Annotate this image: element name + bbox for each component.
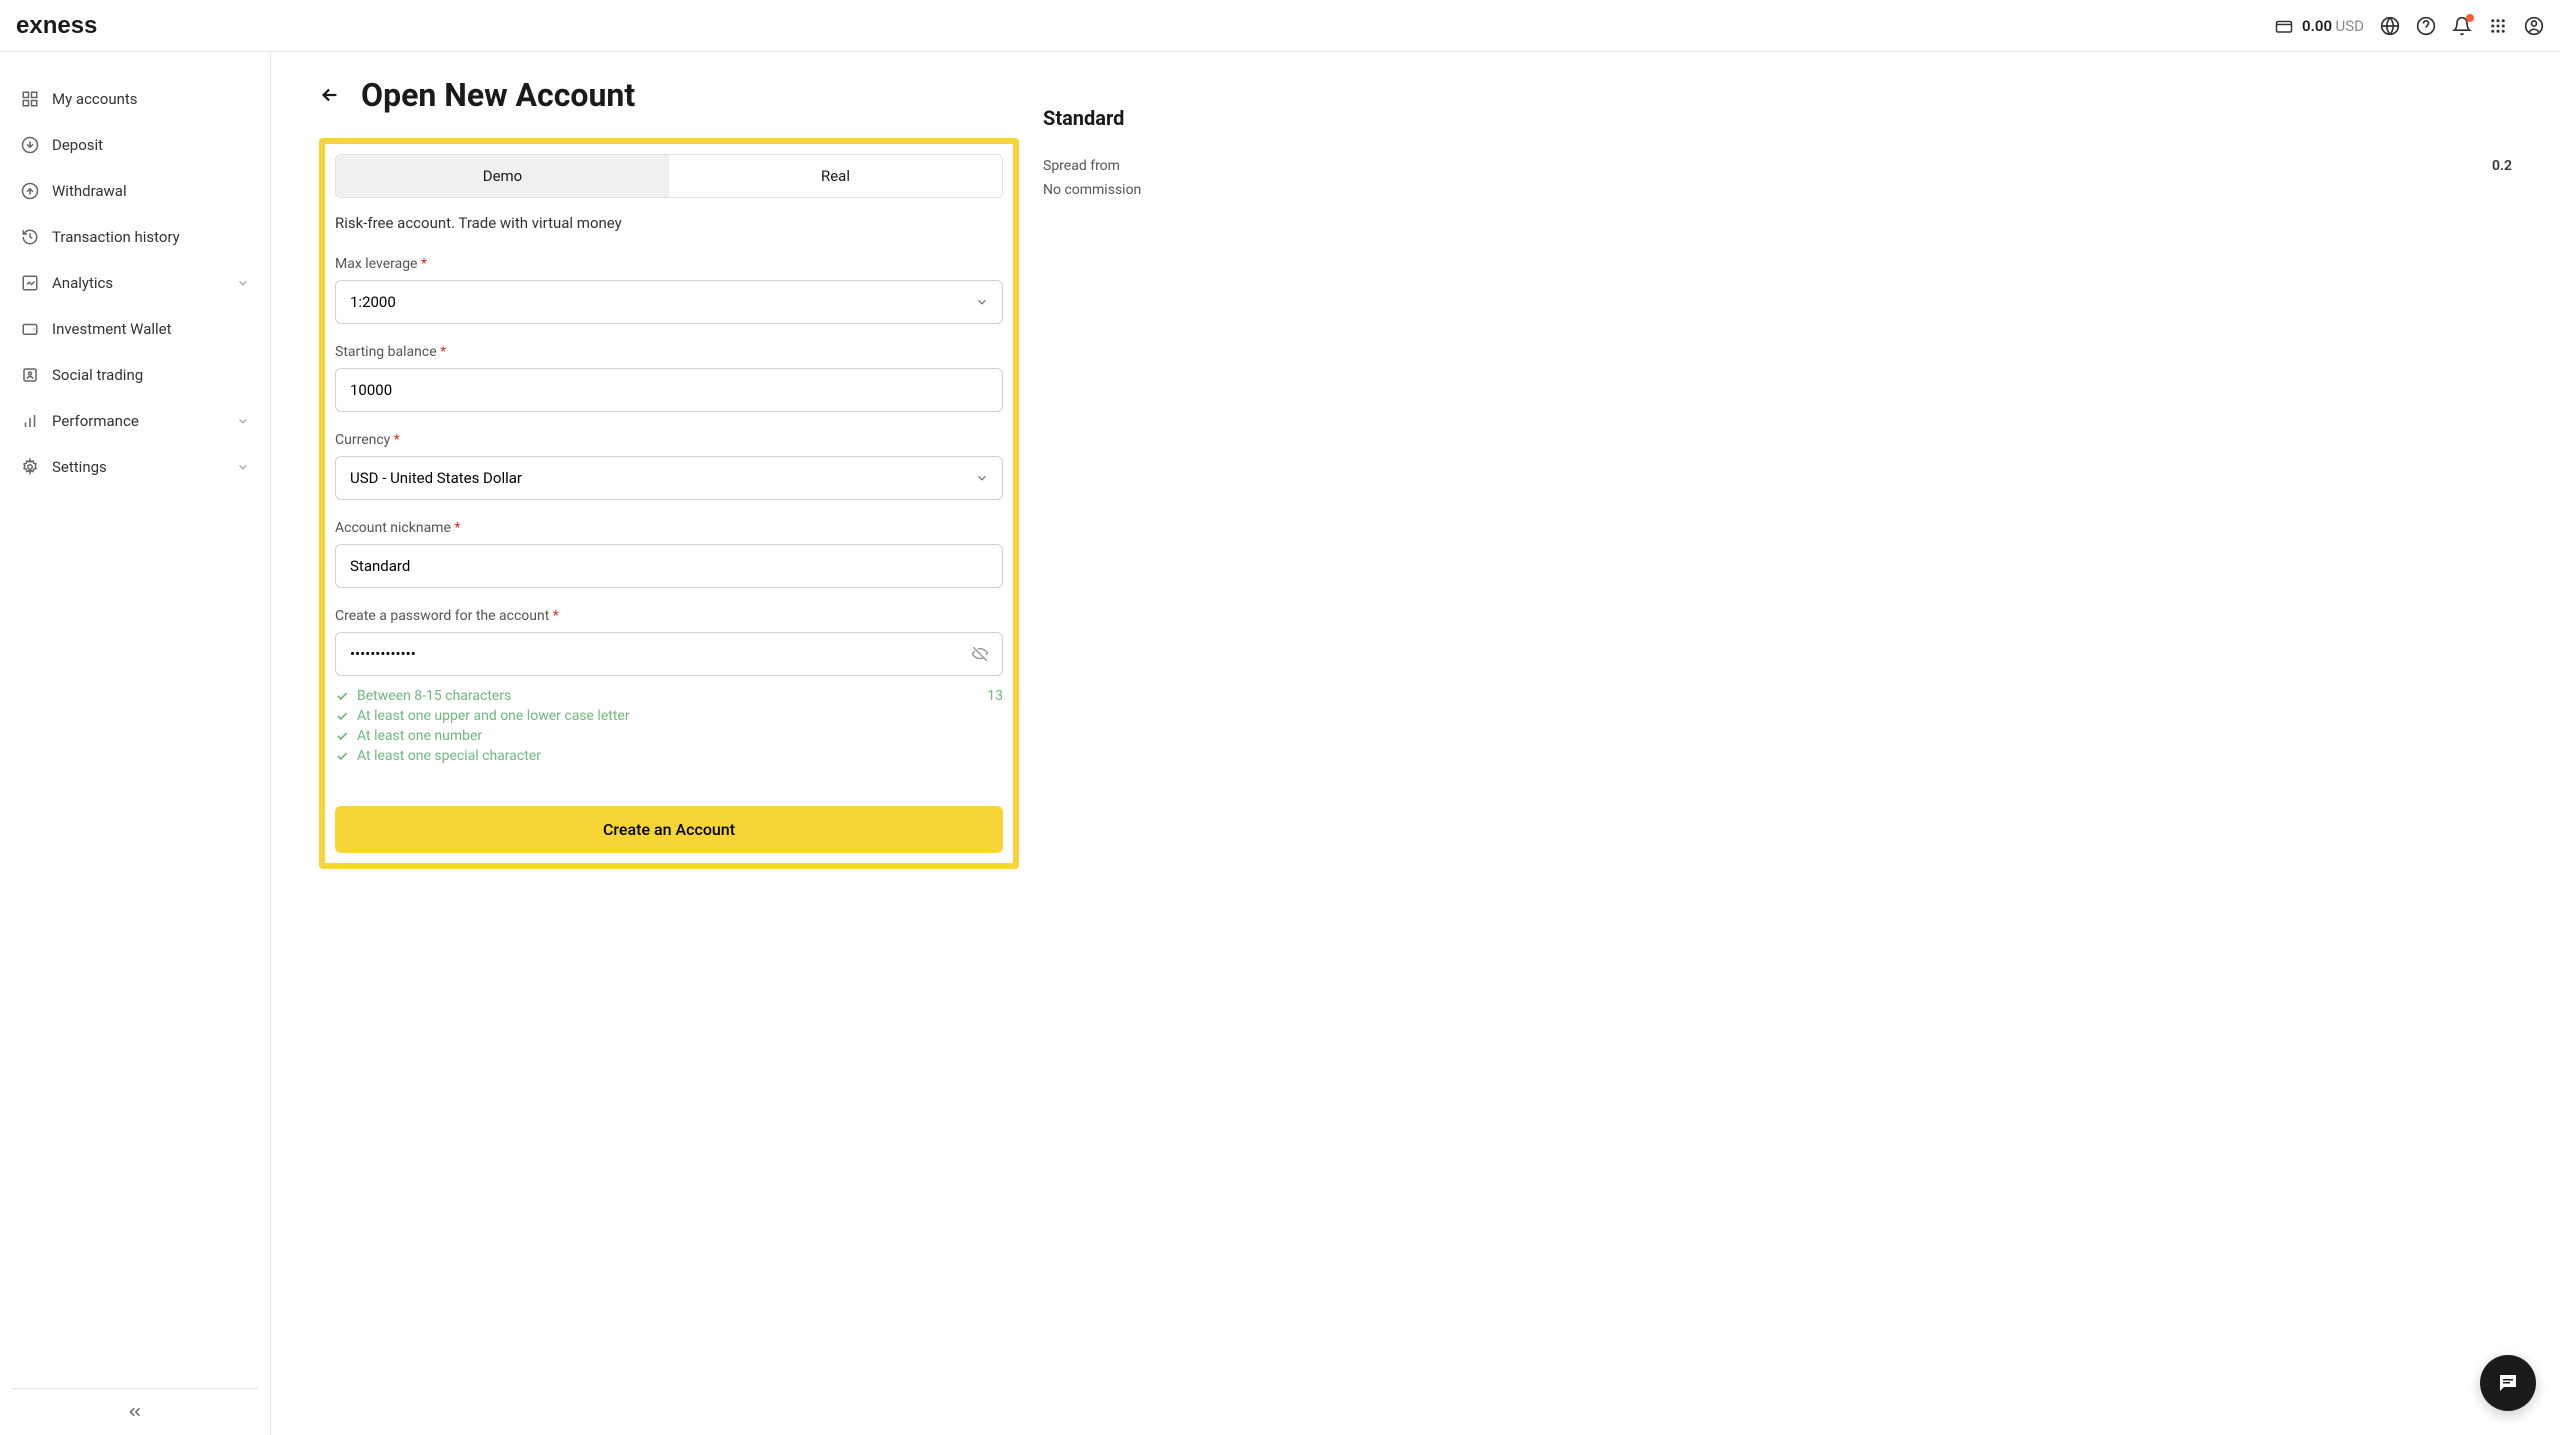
grid-icon xyxy=(20,89,40,109)
sidebar-item-label: Analytics xyxy=(52,274,224,292)
sidebar-item-settings[interactable]: Settings xyxy=(8,444,262,490)
sidebar-item-deposit[interactable]: Deposit xyxy=(8,122,262,168)
info-title: Standard xyxy=(1043,106,2512,130)
balance-amount: 0.00 xyxy=(2302,17,2332,35)
nickname-input[interactable] xyxy=(335,544,1003,588)
gear-icon xyxy=(20,457,40,477)
sidebar-item-transaction-history[interactable]: Transaction history xyxy=(8,214,262,260)
starting-balance-input[interactable] xyxy=(335,368,1003,412)
commission-label: No commission xyxy=(1043,182,1141,198)
header: exness 0.00 USD xyxy=(0,0,2560,52)
sidebar-item-label: Settings xyxy=(52,458,224,476)
notification-dot xyxy=(2466,14,2474,22)
globe-icon[interactable] xyxy=(2380,16,2400,36)
bar-chart-icon xyxy=(20,411,40,431)
sidebar-item-label: Withdrawal xyxy=(52,182,250,200)
spread-value: 0.2 xyxy=(2492,158,2512,174)
currency-label: Currency * xyxy=(335,432,1003,448)
balance-widget[interactable]: 0.00 USD xyxy=(2274,16,2364,36)
wallet-icon xyxy=(20,319,40,339)
sidebar-item-social-trading[interactable]: Social trading xyxy=(8,352,262,398)
sidebar-item-performance[interactable]: Performance xyxy=(8,398,262,444)
collapse-sidebar-button[interactable] xyxy=(126,1403,144,1421)
max-leverage-label: Max leverage * xyxy=(335,256,1003,272)
chevron-down-icon xyxy=(236,460,250,474)
chevron-down-icon xyxy=(236,414,250,428)
sidebar-item-analytics[interactable]: Analytics xyxy=(8,260,262,306)
download-icon xyxy=(20,135,40,155)
sidebar-item-withdrawal[interactable]: Withdrawal xyxy=(8,168,262,214)
tab-description: Risk-free account. Trade with virtual mo… xyxy=(335,214,1003,232)
chevron-down-icon xyxy=(236,276,250,290)
account-info-panel: Standard Spread from 0.2 No commission xyxy=(1043,76,2512,1411)
starting-balance-label: Starting balance * xyxy=(335,344,1003,360)
password-label: Create a password for the account * xyxy=(335,608,1003,624)
sidebar-item-label: Investment Wallet xyxy=(52,320,250,338)
password-char-count: 13 xyxy=(987,688,1003,704)
currency-select[interactable] xyxy=(335,456,1003,500)
sidebar-item-label: Performance xyxy=(52,412,224,430)
password-rule: At least one special character xyxy=(335,746,1003,766)
chat-button[interactable] xyxy=(2480,1355,2536,1411)
page-header: Open New Account xyxy=(319,76,1019,114)
sidebar-item-label: Transaction history xyxy=(52,228,250,246)
balance-currency: USD xyxy=(2336,17,2364,35)
sidebar-item-my-accounts[interactable]: My accounts xyxy=(8,76,262,122)
account-form-card: Demo Real Risk-free account. Trade with … xyxy=(319,138,1019,869)
back-arrow[interactable] xyxy=(319,84,341,106)
svg-text:exness: exness xyxy=(16,14,97,38)
upload-icon xyxy=(20,181,40,201)
user-avatar-icon[interactable] xyxy=(2524,16,2544,36)
spread-label: Spread from xyxy=(1043,158,1120,174)
history-icon xyxy=(20,227,40,247)
analytics-icon xyxy=(20,273,40,293)
sidebar-item-investment-wallet[interactable]: Investment Wallet xyxy=(8,306,262,352)
sidebar: My accounts Deposit Withdrawal xyxy=(0,52,271,1435)
nickname-label: Account nickname * xyxy=(335,520,1003,536)
sidebar-item-label: Social trading xyxy=(52,366,250,384)
account-type-tabs: Demo Real xyxy=(335,154,1003,198)
help-icon[interactable] xyxy=(2416,16,2436,36)
logo[interactable]: exness xyxy=(16,14,136,38)
social-icon xyxy=(20,365,40,385)
password-input[interactable] xyxy=(335,632,1003,676)
max-leverage-select[interactable] xyxy=(335,280,1003,324)
password-rule: At least one number xyxy=(335,726,1003,746)
page-title: Open New Account xyxy=(361,76,635,114)
tab-real[interactable]: Real xyxy=(669,155,1002,197)
wallet-icon xyxy=(2274,16,2294,36)
password-rule: Between 8-15 characters xyxy=(335,686,511,706)
create-account-button[interactable]: Create an Account xyxy=(335,806,1003,853)
sidebar-item-label: My accounts xyxy=(52,90,250,108)
eye-off-icon[interactable] xyxy=(971,645,989,663)
bell-icon[interactable] xyxy=(2452,16,2472,36)
apps-icon[interactable] xyxy=(2488,16,2508,36)
tab-demo[interactable]: Demo xyxy=(336,155,669,197)
sidebar-item-label: Deposit xyxy=(52,136,250,154)
password-rule: At least one upper and one lower case le… xyxy=(335,706,1003,726)
